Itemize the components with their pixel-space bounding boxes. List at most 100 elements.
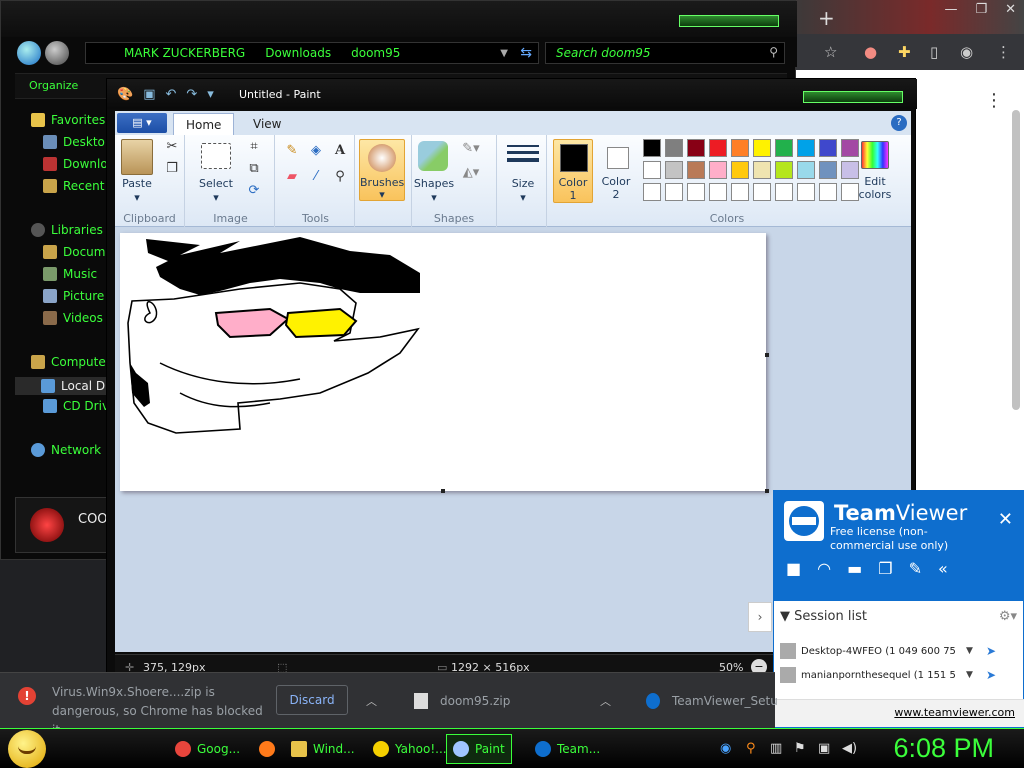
palette-swatch[interactable] [753, 161, 771, 179]
tree-item-downloads[interactable]: Downlo [43, 157, 108, 171]
task-teamviewer[interactable]: Team... [528, 734, 607, 764]
minimize-icon[interactable]: — [944, 2, 957, 17]
maximize-icon[interactable]: ❐ [975, 2, 987, 17]
palette-swatch[interactable] [753, 183, 771, 201]
select-icon[interactable] [201, 143, 231, 169]
canvas-resize-handle-right[interactable] [765, 353, 769, 357]
expand-panel-icon[interactable]: › [748, 602, 772, 632]
cut-icon[interactable]: ✂ [163, 139, 181, 157]
palette-swatch[interactable] [797, 161, 815, 179]
palette-swatch[interactable] [665, 139, 683, 157]
bookmark-star-icon[interactable]: ☆ [824, 43, 837, 61]
brushes-button[interactable]: Brushes ▾ [359, 139, 405, 201]
select-button[interactable]: Select [195, 177, 237, 190]
tray-display-icon[interactable]: ▣ [818, 741, 830, 756]
resize-icon[interactable]: ⧉ [245, 161, 263, 179]
page-menu-icon[interactable]: ⋮ [985, 90, 1003, 111]
connect-cursor-icon[interactable]: ➤ [986, 668, 996, 682]
palette-swatch[interactable] [643, 183, 661, 201]
file-transfer-icon[interactable]: ❐ [878, 559, 892, 578]
session-list-header[interactable]: ▼ Session list [780, 609, 867, 624]
undo-icon[interactable]: ↶ [165, 87, 176, 102]
palette-swatch[interactable] [687, 161, 705, 179]
palette-swatch[interactable] [665, 183, 683, 201]
color1-button[interactable]: Color 1 [553, 139, 593, 203]
download-options-icon[interactable]: ︿ [366, 693, 377, 709]
palette-swatch[interactable] [753, 139, 771, 157]
crop-icon[interactable]: ⌗ [245, 139, 263, 157]
paste-icon[interactable] [121, 139, 153, 175]
palette-swatch[interactable] [731, 139, 749, 157]
download-item-teamviewer[interactable]: TeamViewer_Setu [646, 693, 778, 709]
address-bar[interactable]: MARK ZUCKERBERG Downloads doom95 ▼ ⇆ [85, 42, 539, 64]
chrome-menu-icon[interactable]: ⋮ [996, 43, 1011, 61]
text-icon[interactable]: A [331, 143, 349, 161]
palette-swatch[interactable] [797, 139, 815, 157]
tab-view[interactable]: View [241, 113, 293, 135]
tray-search-icon[interactable]: ⚲ [746, 741, 756, 756]
tray-teamviewer-icon[interactable]: ◉ [720, 741, 731, 756]
select-dropdown-icon[interactable]: ▾ [195, 191, 237, 204]
palette-swatch[interactable] [643, 139, 661, 157]
task-chrome[interactable]: Goog... [168, 734, 247, 764]
taskbar-clock[interactable]: 6:08 PM [893, 733, 994, 764]
tree-item-network[interactable]: Network [31, 443, 101, 457]
palette-swatch[interactable] [775, 183, 793, 201]
refresh-icon[interactable]: ⇆ [520, 45, 532, 61]
tools-icon[interactable]: ✎ [909, 559, 922, 578]
breadcrumb-user[interactable]: MARK ZUCKERBERG [124, 46, 245, 60]
search-icon[interactable]: ⚲ [769, 45, 778, 59]
palette-swatch[interactable] [775, 139, 793, 157]
tree-item-recent[interactable]: Recent [43, 179, 104, 193]
paste-dropdown-icon[interactable]: ▾ [117, 191, 157, 204]
fill-icon[interactable]: ◈ [307, 143, 325, 161]
copy-icon[interactable]: ❐ [163, 161, 181, 179]
task-yahoo-messenger[interactable]: Yahoo!... [366, 734, 454, 764]
teamviewer-website-link[interactable]: www.teamviewer.com [894, 706, 1015, 719]
session-row[interactable]: Desktop-4WFEO (1 049 600 75 ▼ ➤ [780, 641, 1020, 661]
extension-puzzle-icon[interactable]: ✚ [898, 43, 911, 61]
tree-item-desktop[interactable]: Deskto [43, 135, 105, 149]
palette-swatch[interactable] [819, 183, 837, 201]
palette-swatch[interactable] [687, 139, 705, 157]
new-tab-button[interactable]: + [818, 6, 835, 30]
palette-swatch[interactable] [775, 161, 793, 179]
shapes-dropdown-icon[interactable]: ▾ [412, 191, 456, 204]
canvas-resize-handle-corner[interactable] [765, 489, 769, 493]
palette-swatch[interactable] [819, 161, 837, 179]
chat-icon[interactable]: ▬ [847, 559, 862, 578]
video-call-icon[interactable]: ■ [786, 559, 801, 578]
magnifier-icon[interactable]: ⚲ [331, 169, 349, 187]
start-button[interactable] [8, 730, 46, 768]
breadcrumb-doom95[interactable]: doom95 [351, 46, 400, 60]
task-paint[interactable]: Paint [446, 734, 512, 764]
canvas-resize-handle-bottom[interactable] [441, 489, 445, 493]
download-options-icon[interactable]: ︿ [600, 693, 611, 709]
size-dropdown-icon[interactable]: ▾ [499, 191, 547, 204]
session-row[interactable]: manianpornthesequel (1 151 5 ▼ ➤ [780, 665, 1020, 685]
size-button[interactable]: Size [499, 177, 547, 190]
tree-item-pictures[interactable]: Picture [43, 289, 104, 303]
tree-item-cd-drive[interactable]: CD Driv [43, 399, 109, 413]
breadcrumb-downloads[interactable]: Downloads [265, 46, 331, 60]
extension-flag-icon[interactable]: ● [864, 43, 877, 61]
tree-item-music[interactable]: Music [43, 267, 97, 281]
headset-icon[interactable]: ◠ [817, 559, 831, 578]
tab-home[interactable]: Home [173, 113, 235, 135]
session-dropdown-icon[interactable]: ▼ [966, 670, 973, 680]
tray-action-center-icon[interactable]: ⚑ [794, 741, 806, 756]
palette-swatch[interactable] [643, 161, 661, 179]
save-icon[interactable]: ▣ [143, 87, 155, 102]
back-button[interactable] [17, 41, 41, 65]
session-dropdown-icon[interactable]: ▼ [966, 646, 973, 656]
paint-window-controls[interactable] [803, 91, 903, 103]
paint-menu-button[interactable]: ▤ ▾ [117, 113, 167, 133]
palette-swatch[interactable] [687, 183, 705, 201]
tree-item-local-disk[interactable]: Local D [15, 377, 111, 395]
task-explorer[interactable]: Wind... [284, 734, 362, 764]
download-item-doom95[interactable]: doom95.zip [414, 693, 510, 709]
rotate-icon[interactable]: ⟳ [245, 183, 263, 201]
explorer-window-controls[interactable] [679, 15, 779, 27]
color-picker-icon[interactable]: ⁄ [307, 169, 325, 187]
connect-cursor-icon[interactable]: ➤ [986, 644, 996, 658]
